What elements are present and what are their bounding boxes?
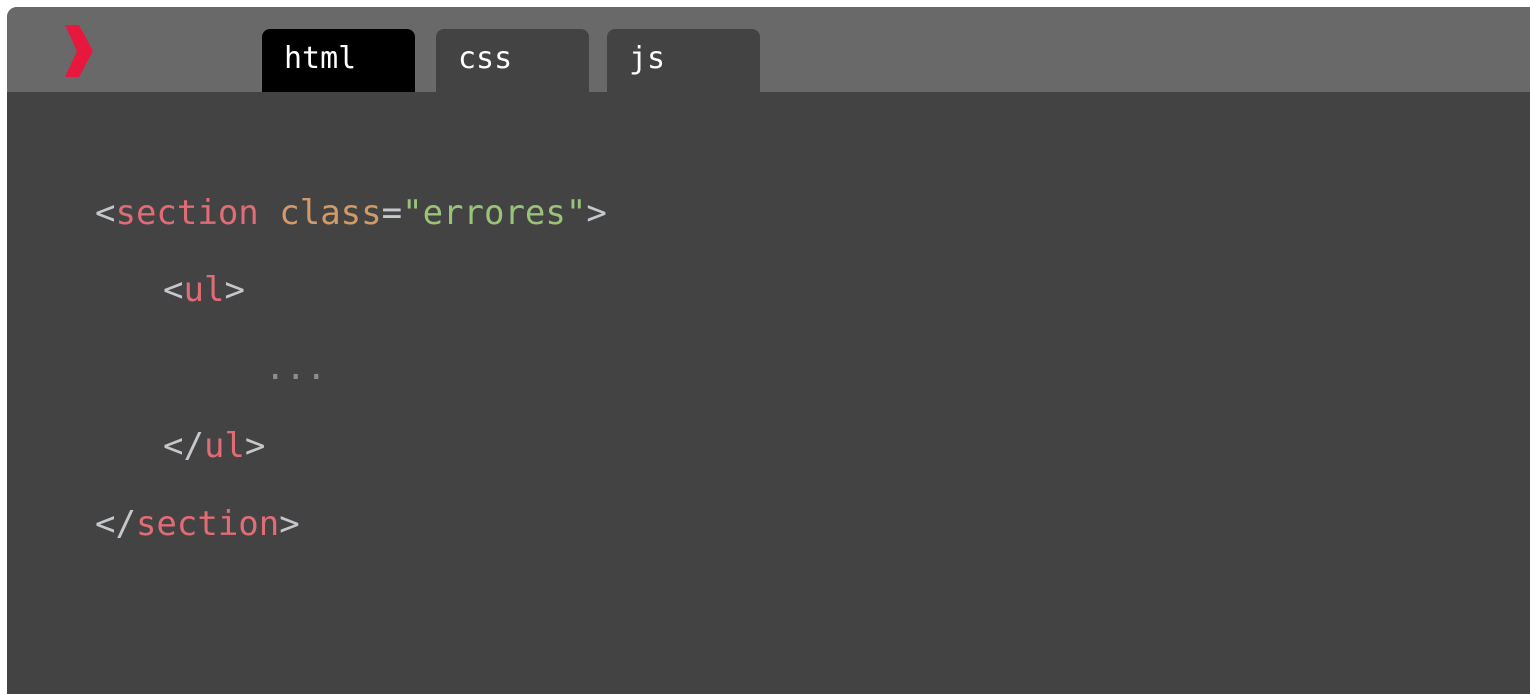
code-tag: section xyxy=(115,193,259,233)
code-line-2: <ul> xyxy=(163,270,245,310)
tab-css[interactable]: css xyxy=(436,29,589,92)
code-editor-window: html css js <section class="errores"> <u… xyxy=(7,7,1530,694)
code-string: "errores" xyxy=(402,193,587,233)
tab-js[interactable]: js xyxy=(607,29,760,92)
code-punct: < xyxy=(163,270,184,310)
code-line-1: <section class="errores"> xyxy=(95,193,607,233)
chevron-right-icon xyxy=(65,25,93,77)
code-tag: ul xyxy=(183,270,225,310)
code-punct: </ xyxy=(95,504,136,544)
code-punct: < xyxy=(95,193,116,233)
code-line-5: </section> xyxy=(95,504,300,544)
code-tag: section xyxy=(135,504,280,544)
code-punct: > xyxy=(586,193,607,233)
code-punct: > xyxy=(279,504,300,544)
tab-bar: html css js xyxy=(7,7,1530,92)
code-attribute: class xyxy=(279,193,382,233)
code-tag: ul xyxy=(203,426,245,466)
code-punct: = xyxy=(381,193,403,233)
code-content[interactable]: <section class="errores"> <ul> ... </ul>… xyxy=(95,193,607,633)
code-punct: > xyxy=(244,426,266,466)
code-line-4: </ul> xyxy=(163,426,265,466)
code-punct: > xyxy=(224,270,245,310)
code-line-3: ... xyxy=(265,348,327,388)
code-punct: </ xyxy=(163,426,204,466)
tab-html[interactable]: html xyxy=(262,29,415,92)
